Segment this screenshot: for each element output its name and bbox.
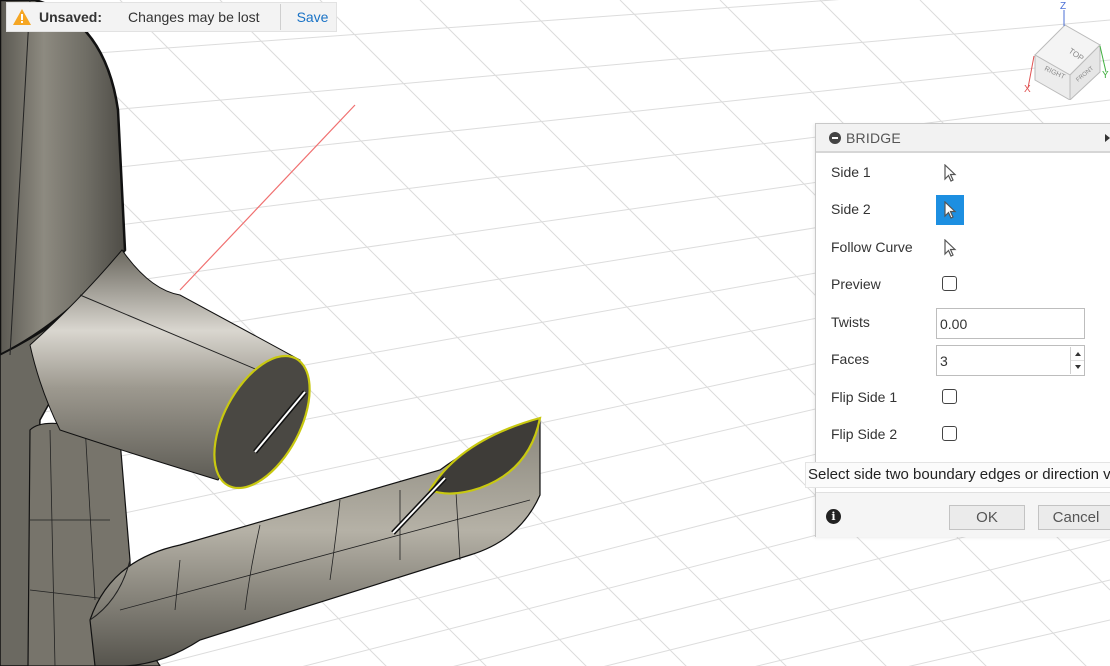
cursor-select-icon [944, 164, 957, 182]
axis-y-label: Y [1102, 70, 1109, 81]
preview-label: Preview [831, 276, 881, 292]
flip-side2-label: Flip Side 2 [831, 426, 898, 442]
faces-row: Faces 3 [816, 343, 1110, 377]
twists-control [936, 308, 1085, 339]
twists-row: Twists [816, 306, 1110, 340]
selection-tooltip: Select side two boundary edges or direct… [805, 462, 1110, 488]
axis-x-label: X [1024, 84, 1031, 95]
flip-side1-label: Flip Side 1 [831, 389, 898, 405]
follow-curve-label: Follow Curve [831, 239, 913, 255]
faces-value: 3 [940, 353, 948, 369]
twists-input[interactable] [936, 308, 1085, 339]
cancel-button[interactable]: Cancel [1038, 505, 1110, 530]
cursor-select-icon [944, 239, 957, 257]
preview-control [936, 270, 957, 291]
bridge-dialog-title: BRIDGE [846, 129, 901, 146]
faces-stepper[interactable]: 3 [936, 345, 1085, 376]
chevron-up-icon [1074, 351, 1081, 356]
side2-select-button[interactable] [936, 195, 964, 225]
follow-curve-row: Follow Curve [816, 231, 1110, 265]
view-cube[interactable]: TOP RIGHT FRONT Z X Y [1020, 0, 1110, 100]
view-cube-faces[interactable] [1034, 24, 1101, 100]
flip-side2-row: Flip Side 2 [816, 418, 1110, 452]
faces-increment-button[interactable] [1070, 347, 1084, 361]
unsaved-label: Unsaved: [39, 9, 103, 25]
side2-row: Side 2 [816, 193, 1110, 227]
bridge-dialog-footer: i OK Cancel [816, 492, 1110, 537]
flip-side1-row: Flip Side 1 [816, 381, 1110, 415]
unsaved-message: Changes may be lost [128, 9, 260, 25]
flip-side2-control [936, 420, 957, 441]
chevron-down-icon [1074, 365, 1081, 369]
flip-side1-checkbox[interactable] [942, 389, 957, 404]
cursor-select-icon [944, 201, 957, 219]
axis-z-label: Z [1060, 1, 1066, 12]
info-icon[interactable]: i [826, 509, 841, 524]
faces-decrement-button[interactable] [1070, 360, 1084, 374]
expand-arrow-icon[interactable] [1105, 134, 1110, 142]
collapse-icon[interactable] [829, 131, 841, 144]
side1-row: Side 1 [816, 156, 1110, 190]
unsaved-banner: Unsaved: Changes may be lost Save [6, 2, 337, 32]
follow-curve-select-button[interactable] [936, 233, 964, 263]
ok-button[interactable]: OK [949, 505, 1025, 530]
preview-checkbox[interactable] [942, 276, 957, 291]
faces-label: Faces [831, 351, 870, 367]
warning-icon [11, 6, 33, 28]
flip-side2-checkbox[interactable] [942, 426, 957, 441]
side2-label: Side 2 [831, 201, 871, 217]
flip-side1-control [936, 383, 957, 404]
side1-label: Side 1 [831, 164, 871, 180]
preview-row: Preview [816, 268, 1110, 302]
banner-divider [279, 4, 281, 30]
twists-label: Twists [831, 314, 870, 330]
bridge-dialog-header[interactable]: BRIDGE [816, 124, 1110, 153]
x-axis-line [179, 104, 356, 291]
save-link[interactable]: Save [297, 9, 329, 25]
faces-control: 3 [936, 345, 1085, 376]
side1-select-button[interactable] [936, 158, 964, 188]
